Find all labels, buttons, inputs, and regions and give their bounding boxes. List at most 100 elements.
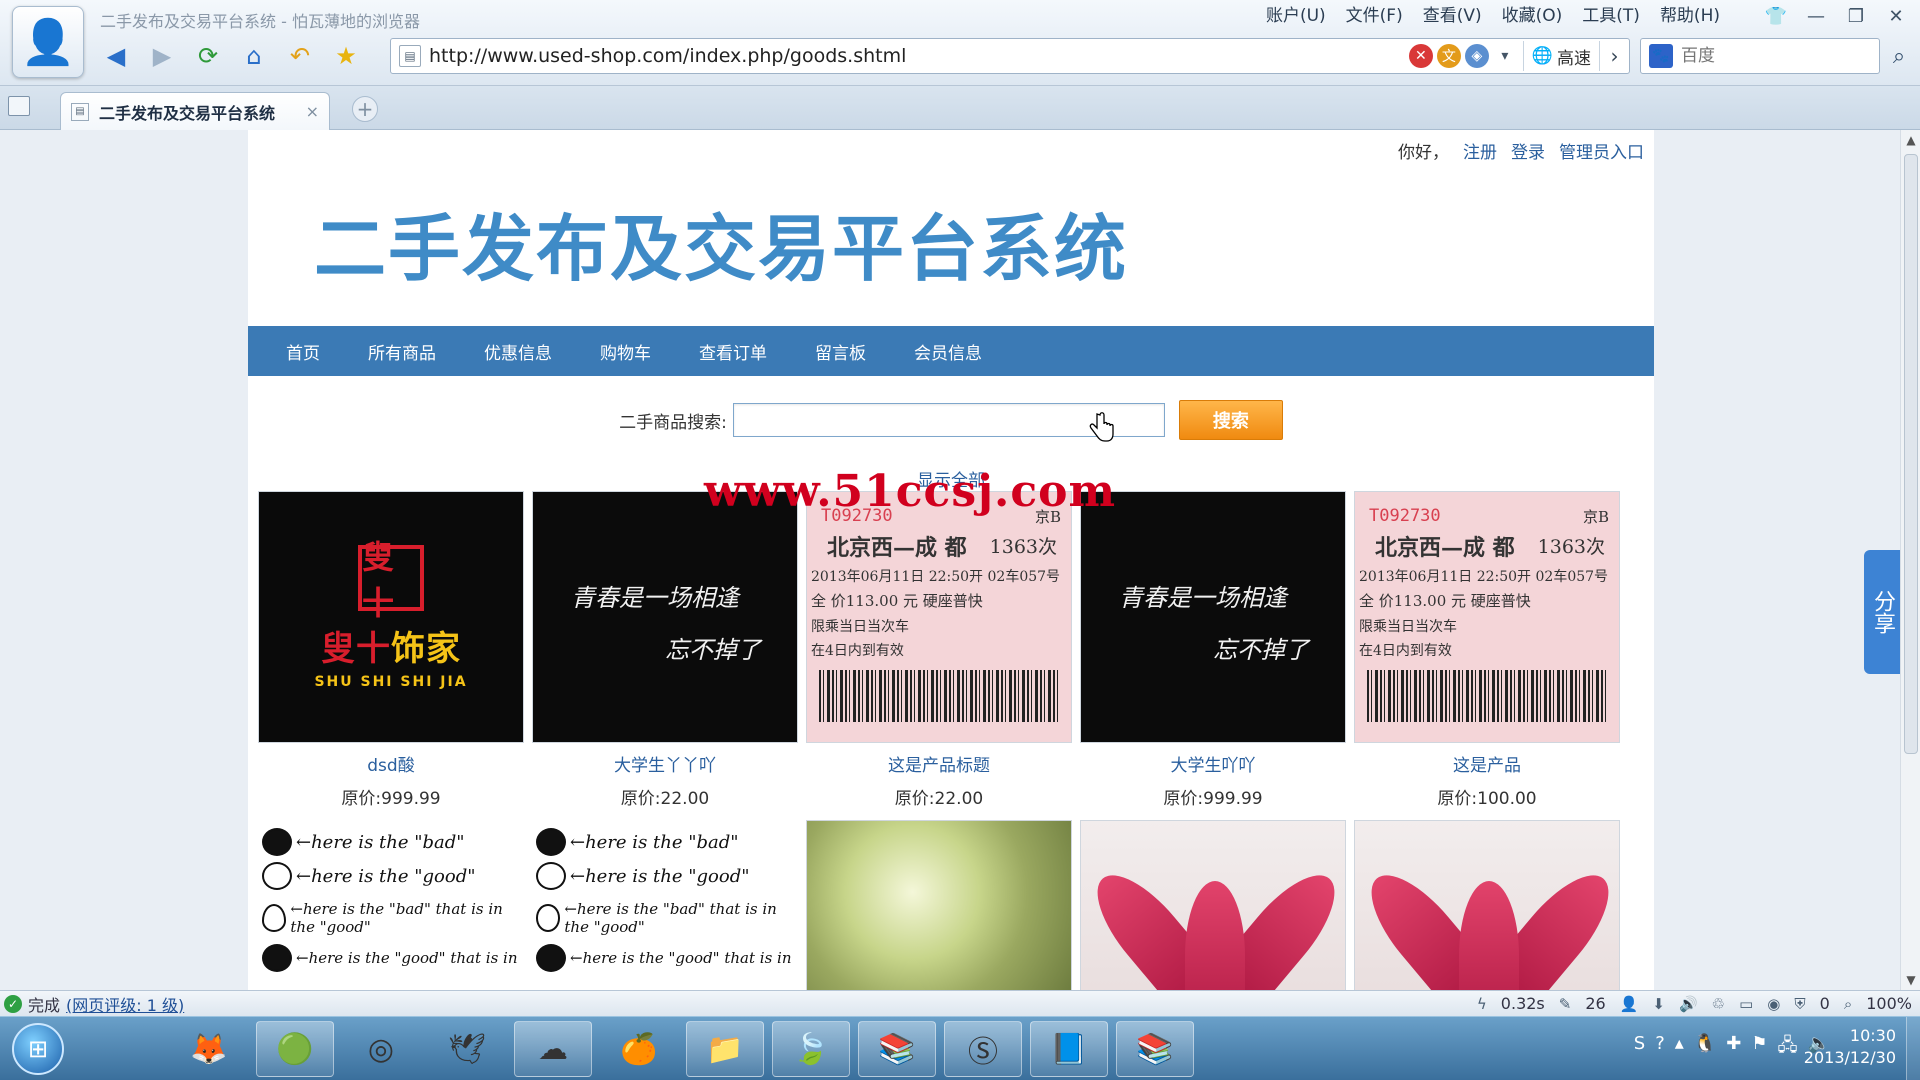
- vertical-scrollbar[interactable]: ▲ ▼: [1900, 130, 1920, 990]
- menu-help[interactable]: 帮助(H): [1650, 5, 1730, 27]
- zoom-icon[interactable]: ⌕: [1844, 995, 1852, 1013]
- product-card[interactable]: ←here is the "bad" ←here is the "good" ←…: [532, 820, 798, 990]
- show-desktop-button[interactable]: [1906, 1017, 1920, 1080]
- window-icon[interactable]: ▭: [1739, 995, 1753, 1013]
- nav-orders[interactable]: 查看订单: [673, 339, 789, 364]
- archive-2-icon[interactable]: 📚: [1116, 1021, 1194, 1077]
- forward-icon[interactable]: ▶: [142, 38, 182, 74]
- new-tab-icon[interactable]: +: [352, 96, 378, 122]
- product-image[interactable]: [1354, 820, 1620, 990]
- product-image[interactable]: [806, 820, 1072, 990]
- register-link[interactable]: 注册: [1463, 138, 1497, 163]
- product-card[interactable]: ←here is the "bad" ←here is the "good" ←…: [258, 820, 524, 990]
- start-button[interactable]: ⊞: [12, 1023, 64, 1075]
- download-icon[interactable]: ⬇: [1652, 995, 1665, 1013]
- shield-status-icon[interactable]: ⛨: [1794, 995, 1805, 1013]
- tab-close-icon[interactable]: ×: [306, 102, 319, 121]
- tray-plus-icon[interactable]: ✚: [1726, 1033, 1741, 1063]
- address-input[interactable]: [429, 41, 1409, 71]
- bird-app-icon[interactable]: 🕊: [428, 1021, 506, 1077]
- show-all-link[interactable]: 显示全部: [248, 466, 1654, 491]
- browser-search-box[interactable]: 🐾: [1640, 38, 1880, 74]
- product-name[interactable]: 这是产品: [1354, 751, 1620, 776]
- minimize-icon[interactable]: —: [1800, 2, 1832, 30]
- nav-cart[interactable]: 购物车: [574, 339, 673, 364]
- chrome-icon[interactable]: ◎: [342, 1021, 420, 1077]
- chevron-right-icon[interactable]: ›: [1599, 41, 1629, 71]
- volume-icon[interactable]: 🔊: [1679, 995, 1698, 1013]
- green-ball-app-icon[interactable]: 🟢: [256, 1021, 334, 1077]
- cloud-app-icon[interactable]: ☁: [514, 1021, 592, 1077]
- menu-tools[interactable]: 工具(T): [1572, 5, 1650, 27]
- zoom-level[interactable]: 100%: [1866, 994, 1912, 1013]
- undo-icon[interactable]: ↶: [280, 38, 320, 74]
- admin-link[interactable]: 管理员入口: [1559, 138, 1644, 163]
- nav-home[interactable]: 首页: [260, 339, 342, 364]
- menu-view[interactable]: 查看(V): [1413, 5, 1492, 27]
- close-icon[interactable]: ✕: [1880, 2, 1912, 30]
- product-image[interactable]: T092730 京B 北京西—成 都 1363次 2013年06月11日 22:…: [806, 491, 1072, 743]
- network-icon[interactable]: 🖧: [1778, 1033, 1798, 1063]
- product-card[interactable]: 青春是一场相逢 忘不掉了 大学生丫丫吖 原价:22.00: [532, 491, 798, 809]
- archive-icon[interactable]: 📚: [858, 1021, 936, 1077]
- product-image[interactable]: 青春是一场相逢 忘不掉了: [1080, 491, 1346, 743]
- product-card[interactable]: [806, 820, 1072, 990]
- product-image[interactable]: ←here is the "bad" ←here is the "good" ←…: [532, 820, 798, 990]
- product-card[interactable]: 叟十 叟十饰家 SHU SHI SHI JIA dsd酸 原价:999.99: [258, 491, 524, 809]
- nav-promotions[interactable]: 优惠信息: [458, 339, 574, 364]
- product-card[interactable]: [1354, 820, 1620, 990]
- scroll-thumb[interactable]: [1904, 154, 1918, 754]
- nav-all-goods[interactable]: 所有商品: [342, 339, 458, 364]
- product-image[interactable]: 叟十 叟十饰家 SHU SHI SHI JIA: [258, 491, 524, 743]
- folder-icon[interactable]: 📁: [686, 1021, 764, 1077]
- speed-mode-switch[interactable]: 🌐 高速: [1522, 41, 1599, 71]
- tray-arrow-icon[interactable]: ▴: [1675, 1033, 1684, 1063]
- dropdown-icon[interactable]: ▾: [1493, 44, 1517, 68]
- menu-account[interactable]: 账户(U): [1256, 5, 1336, 27]
- refresh-icon[interactable]: ⟳: [188, 38, 228, 74]
- clean-icon[interactable]: ♲: [1712, 995, 1725, 1013]
- product-card[interactable]: T092730 京B 北京西—成 都 1363次 2013年06月11日 22:…: [806, 491, 1072, 809]
- system-clock[interactable]: 10:30 2013/12/30: [1804, 1025, 1896, 1069]
- qq-icon[interactable]: 🐧: [1694, 1033, 1716, 1063]
- sidebar-toggle-icon[interactable]: [8, 96, 30, 116]
- firefox-icon[interactable]: 🦊: [170, 1021, 248, 1077]
- scroll-up-icon[interactable]: ▲: [1901, 130, 1920, 150]
- skin-icon[interactable]: 👕: [1760, 2, 1792, 30]
- search-icon[interactable]: ⌕: [1882, 40, 1916, 72]
- sogou-icon[interactable]: Ⓢ: [944, 1021, 1022, 1077]
- product-card[interactable]: 青春是一场相逢 忘不掉了 大学生吖吖 原价:999.99: [1080, 491, 1346, 809]
- product-name[interactable]: 大学生丫丫吖: [532, 751, 798, 776]
- menu-favorites[interactable]: 收藏(O): [1492, 5, 1573, 27]
- baidu-icon[interactable]: 🐾: [1649, 44, 1673, 68]
- translate-icon[interactable]: 文: [1436, 44, 1461, 68]
- help-icon[interactable]: ?: [1655, 1033, 1665, 1063]
- menu-file[interactable]: 文件(F): [1336, 5, 1413, 27]
- product-name[interactable]: dsd酸: [258, 751, 524, 776]
- product-image[interactable]: T092730 京B 北京西—成 都 1363次 2013年06月11日 22:…: [1354, 491, 1620, 743]
- favorite-star-icon[interactable]: ★: [326, 38, 366, 74]
- input-method-icon[interactable]: S: [1634, 1033, 1645, 1063]
- product-image[interactable]: ←here is the "bad" ←here is the "good" ←…: [258, 820, 524, 990]
- goods-search-button[interactable]: 搜索: [1178, 400, 1283, 440]
- user-avatar-icon[interactable]: 👤: [12, 6, 84, 78]
- edit-icon[interactable]: ✎: [1559, 995, 1572, 1013]
- nav-member-info[interactable]: 会员信息: [888, 339, 1004, 364]
- notes-app-icon[interactable]: 📘: [1030, 1021, 1108, 1077]
- user-icon[interactable]: 👤: [1620, 995, 1639, 1013]
- address-bar[interactable]: ▤ ✕ 文 ◈ ▾ 🌐 高速 ›: [390, 38, 1630, 74]
- scroll-down-icon[interactable]: ▼: [1901, 970, 1920, 990]
- orange-app-icon[interactable]: 🍊: [600, 1021, 678, 1077]
- share-button[interactable]: 分享: [1864, 550, 1900, 674]
- product-image[interactable]: 青春是一场相逢 忘不掉了: [532, 491, 798, 743]
- back-icon[interactable]: ◀: [96, 38, 136, 74]
- home-icon[interactable]: ⌂: [234, 38, 274, 74]
- login-link[interactable]: 登录: [1511, 138, 1545, 163]
- shield-icon[interactable]: ◈: [1464, 44, 1489, 68]
- product-image[interactable]: [1080, 820, 1346, 990]
- product-name[interactable]: 大学生吖吖: [1080, 751, 1346, 776]
- restore-icon[interactable]: ❐: [1840, 2, 1872, 30]
- product-card[interactable]: T092730 京B 北京西—成 都 1363次 2013年06月11日 22:…: [1354, 491, 1620, 809]
- page-rating-link[interactable]: (网页评级: 1 级): [66, 992, 184, 1016]
- leaf-app-icon[interactable]: 🍃: [772, 1021, 850, 1077]
